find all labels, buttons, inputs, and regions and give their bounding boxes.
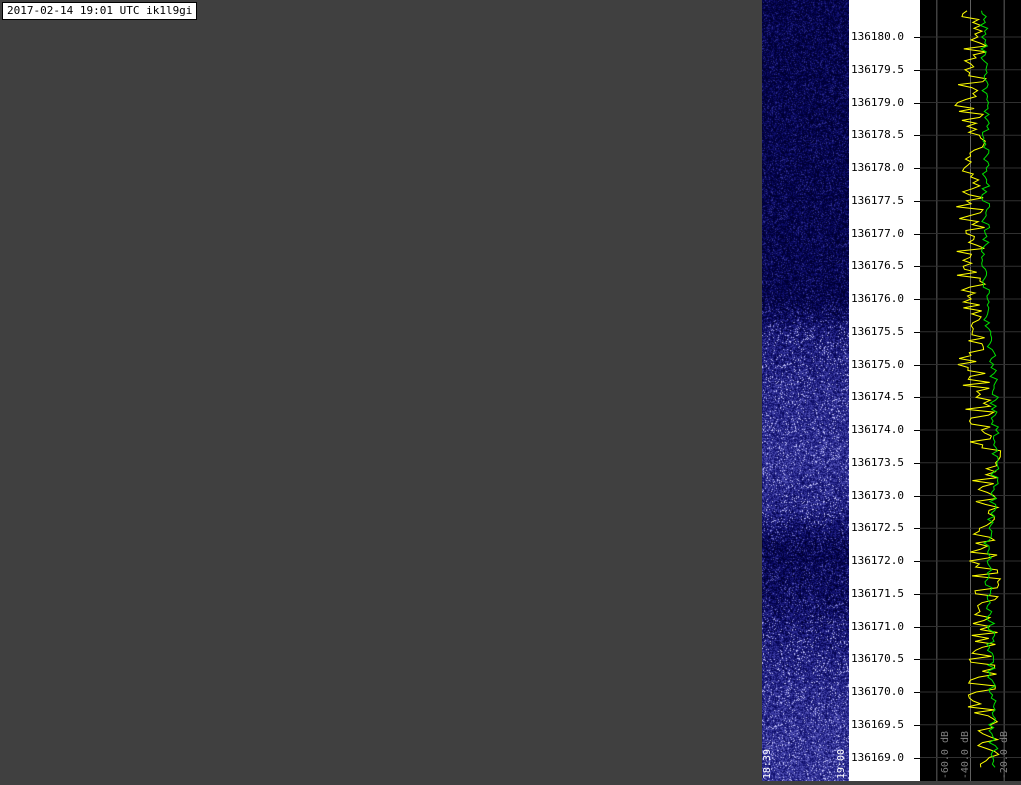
waterfall-canvas (762, 0, 849, 781)
freq-tick-label: 136179.0 (851, 97, 904, 109)
freq-tick-label: 136174.0 (851, 424, 904, 436)
time-tick-start: 18:39 (762, 749, 773, 779)
freq-tick-label: 136173.5 (851, 457, 904, 469)
freq-tick-label: 136177.5 (851, 195, 904, 207)
spectrum-panel: -60.0 dB -40.0 dB -20.0 dB (920, 0, 1021, 781)
freq-tick-label: 136177.0 (851, 228, 904, 240)
freq-tick-label: 136179.5 (851, 64, 904, 76)
waterfall-spectrogram: 18:39 19:00 (762, 0, 849, 781)
spectrum-plot (920, 0, 1021, 781)
freq-tick-label: 136176.0 (851, 293, 904, 305)
green-trace (980, 11, 999, 768)
freq-tick-label: 136178.5 (851, 129, 904, 141)
freq-tick-label: 136170.5 (851, 653, 904, 665)
freq-tick-label: 136169.0 (851, 752, 904, 764)
freq-tick-label: 136175.5 (851, 326, 904, 338)
freq-tick-label: 136170.0 (851, 686, 904, 698)
freq-tick-label: 136173.0 (851, 490, 904, 502)
empty-canvas: 2017-02-14 19:01 UTC ik1l9gi (0, 0, 762, 781)
db-tick-label-1: -40.0 dB (960, 731, 971, 779)
freq-tick-label: 136174.5 (851, 391, 904, 403)
timestamp-callsign-label: 2017-02-14 19:01 UTC ik1l9gi (2, 2, 197, 20)
freq-tick-label: 136180.0 (851, 31, 904, 43)
freq-tick-label: 136169.5 (851, 719, 904, 731)
db-tick-label-2: -20.0 dB (999, 731, 1010, 779)
freq-tick-label: 136172.5 (851, 522, 904, 534)
freq-tick-label: 136171.5 (851, 588, 904, 600)
frequency-axis: 136180.0 136179.5 136179.0 136178.5 136178.0… (849, 0, 920, 781)
time-tick-end: 19:00 (836, 749, 847, 779)
freq-tick-label: 136176.5 (851, 260, 904, 272)
freq-tick-label: 136175.0 (851, 359, 904, 371)
freq-tick-label: 136178.0 (851, 162, 904, 174)
db-tick-label-0: -60.0 dB (940, 731, 951, 779)
freq-tick-label: 136171.0 (851, 621, 904, 633)
freq-tick-label: 136172.0 (851, 555, 904, 567)
